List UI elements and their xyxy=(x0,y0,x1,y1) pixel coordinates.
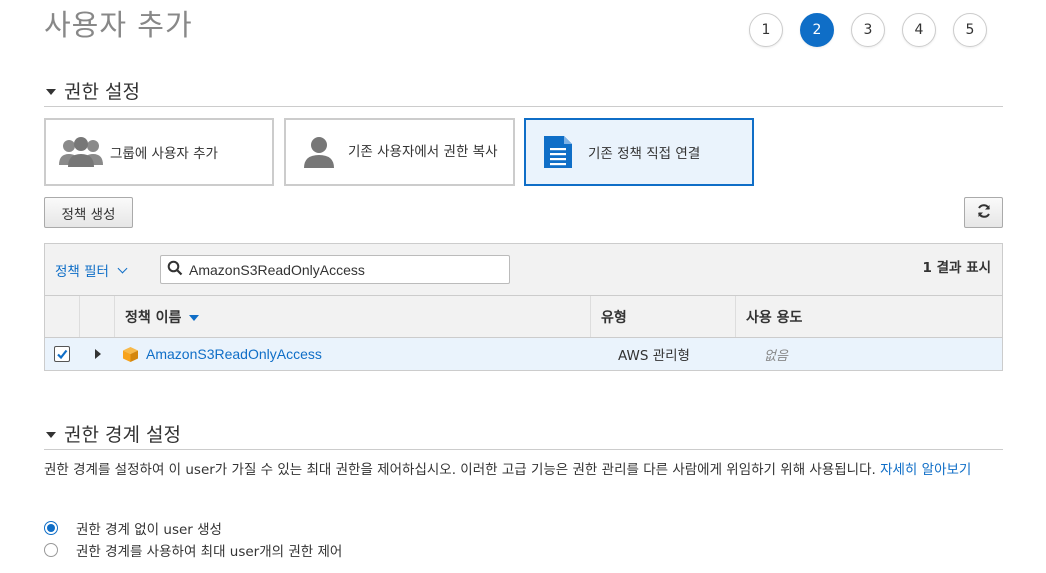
option-attach-policy[interactable]: 기존 정책 직접 연결 xyxy=(524,118,754,186)
policy-table: 정책 필터 1 결과 표시 정책 이름 유형 사용 용도 xyxy=(44,243,1003,371)
chevron-down-icon xyxy=(117,263,128,274)
policy-filter-label: 정책 필터 xyxy=(55,264,109,280)
policy-cube-icon xyxy=(122,346,139,363)
refresh-icon xyxy=(976,203,992,223)
divider xyxy=(44,449,1003,450)
step-2[interactable]: 2 xyxy=(800,13,834,47)
learn-more-link[interactable]: 자세히 알아보기 xyxy=(880,462,971,478)
row-select-cell xyxy=(45,338,80,370)
radio-option-no-boundary[interactable]: 권한 경계 없이 user 생성 xyxy=(44,518,222,538)
row-checkbox[interactable] xyxy=(54,346,70,362)
boundary-section-title: 권한 경계 설정 xyxy=(64,424,181,446)
boundary-description: 권한 경계를 설정하여 이 user가 가질 수 있는 최대 권한을 제어하십시… xyxy=(44,459,1006,481)
policy-name-link[interactable]: AmazonS3ReadOnlyAccess xyxy=(146,346,322,362)
policy-search-input[interactable] xyxy=(187,260,491,279)
step-1[interactable]: 1 xyxy=(749,13,783,47)
radio-label: 권한 경계 없이 user 생성 xyxy=(76,522,222,538)
row-expand-cell xyxy=(80,338,115,370)
policy-type: AWS 관리형 xyxy=(618,348,690,364)
user-icon xyxy=(302,135,336,169)
row-type-cell: AWS 관리형 xyxy=(591,338,736,370)
option-add-to-group-label: 그룹에 사용자 추가 xyxy=(110,146,218,162)
refresh-button[interactable] xyxy=(964,197,1003,228)
caret-down-icon xyxy=(46,432,56,438)
permissions-section-toggle[interactable]: 권한 설정 xyxy=(46,77,140,104)
boundary-description-text: 권한 경계를 설정하여 이 user가 가질 수 있는 최대 권한을 제어하십시… xyxy=(44,462,876,478)
caret-down-icon xyxy=(46,89,56,95)
radio-label: 권한 경계를 사용하여 최대 user개의 권한 제어 xyxy=(76,544,343,560)
column-header-type[interactable]: 유형 xyxy=(591,296,736,337)
table-header: 정책 이름 유형 사용 용도 xyxy=(45,296,1002,338)
option-add-to-group[interactable]: 그룹에 사용자 추가 xyxy=(44,118,274,186)
column-header-policy-name-label: 정책 이름 xyxy=(125,309,182,326)
column-header-policy-name[interactable]: 정책 이름 xyxy=(115,296,591,337)
table-row[interactable]: AmazonS3ReadOnlyAccess AWS 관리형 없음 xyxy=(45,338,1002,370)
radio-button[interactable] xyxy=(44,543,58,557)
step-5[interactable]: 5 xyxy=(953,13,987,47)
divider xyxy=(44,106,1003,107)
wizard-steps: 1 2 3 4 5 xyxy=(749,13,987,47)
option-attach-policy-label: 기존 정책 직접 연결 xyxy=(588,146,701,162)
radio-button[interactable] xyxy=(44,521,58,535)
policy-search-box[interactable] xyxy=(160,255,510,284)
filter-bar: 정책 필터 1 결과 표시 xyxy=(45,244,1002,296)
checkmark-icon xyxy=(57,349,68,360)
column-header-usage[interactable]: 사용 용도 xyxy=(736,296,1002,337)
document-icon xyxy=(542,134,574,170)
option-copy-from-user[interactable]: 기존 사용자에서 권한 복사 xyxy=(284,118,515,186)
result-count: 1 결과 표시 xyxy=(922,260,991,276)
row-policy-name-cell: AmazonS3ReadOnlyAccess xyxy=(115,338,591,370)
header-expand-col xyxy=(80,296,115,337)
permissions-section-title: 권한 설정 xyxy=(64,81,140,103)
radio-option-use-boundary[interactable]: 권한 경계를 사용하여 최대 user개의 권한 제어 xyxy=(44,540,342,560)
policy-usage: 없음 xyxy=(764,348,788,364)
option-copy-from-user-label: 기존 사용자에서 권한 복사 xyxy=(348,143,498,160)
create-policy-button[interactable]: 정책 생성 xyxy=(44,197,133,228)
expand-row-icon[interactable] xyxy=(95,349,101,359)
step-4[interactable]: 4 xyxy=(902,13,936,47)
group-users-icon xyxy=(58,135,104,169)
row-usage-cell: 없음 xyxy=(736,338,1002,370)
sort-desc-icon xyxy=(189,314,200,321)
boundary-section-toggle[interactable]: 권한 경계 설정 xyxy=(46,420,181,447)
policy-filter-dropdown[interactable]: 정책 필터 xyxy=(55,260,128,280)
page-title: 사용자 추가 xyxy=(44,8,193,42)
search-icon xyxy=(167,260,183,280)
header-select-col xyxy=(45,296,80,337)
step-3[interactable]: 3 xyxy=(851,13,885,47)
